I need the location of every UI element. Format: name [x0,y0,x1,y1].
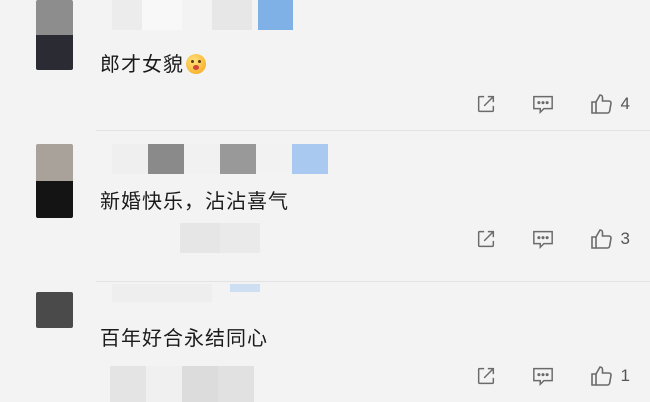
like-button[interactable]: 3 [589,227,630,251]
thumbs-up-icon [590,94,612,114]
comment-actions: 3 [441,226,630,252]
reply-button[interactable] [531,365,555,387]
thumbs-up-icon [590,229,612,249]
like-count: 4 [620,94,630,113]
username-blurred [112,284,260,302]
share-square-icon [477,230,494,248]
username-blurred [112,144,328,174]
share-button[interactable] [475,365,497,387]
comment-bubble-icon [532,230,553,250]
avatar[interactable] [36,292,73,328]
share-square-icon [477,95,494,113]
share-button[interactable] [475,93,497,115]
kissing-face-emoji-icon [186,54,206,74]
reply-button[interactable] [531,93,555,115]
like-button[interactable]: 1 [589,364,630,388]
blurred-meta [180,223,260,253]
comment-actions: 1 [441,363,630,389]
comment-text: 新婚快乐，沾沾喜气 [100,189,289,213]
comment-item: 百年好合永结同心 1 [0,282,650,402]
comment-bubble-icon [532,95,553,115]
comment-text: 百年好合永结同心 [100,326,268,350]
avatar[interactable] [36,0,73,70]
avatar[interactable] [36,144,73,218]
reply-button[interactable] [531,228,555,250]
comment-text: 郎才女貌 [100,48,206,77]
like-button[interactable]: 4 [589,92,630,116]
comment-item: 郎才女貌 4 [0,0,650,130]
comment-item: 新婚快乐，沾沾喜气 3 [0,131,650,281]
share-button[interactable] [475,228,497,250]
blurred-meta [110,366,254,402]
share-square-icon [477,367,494,385]
like-count: 1 [620,366,630,385]
comment-actions: 4 [441,91,630,117]
comment-bubble-icon [532,367,553,387]
username-blurred [112,0,293,30]
thumbs-up-icon [590,366,612,386]
like-count: 3 [620,229,630,248]
